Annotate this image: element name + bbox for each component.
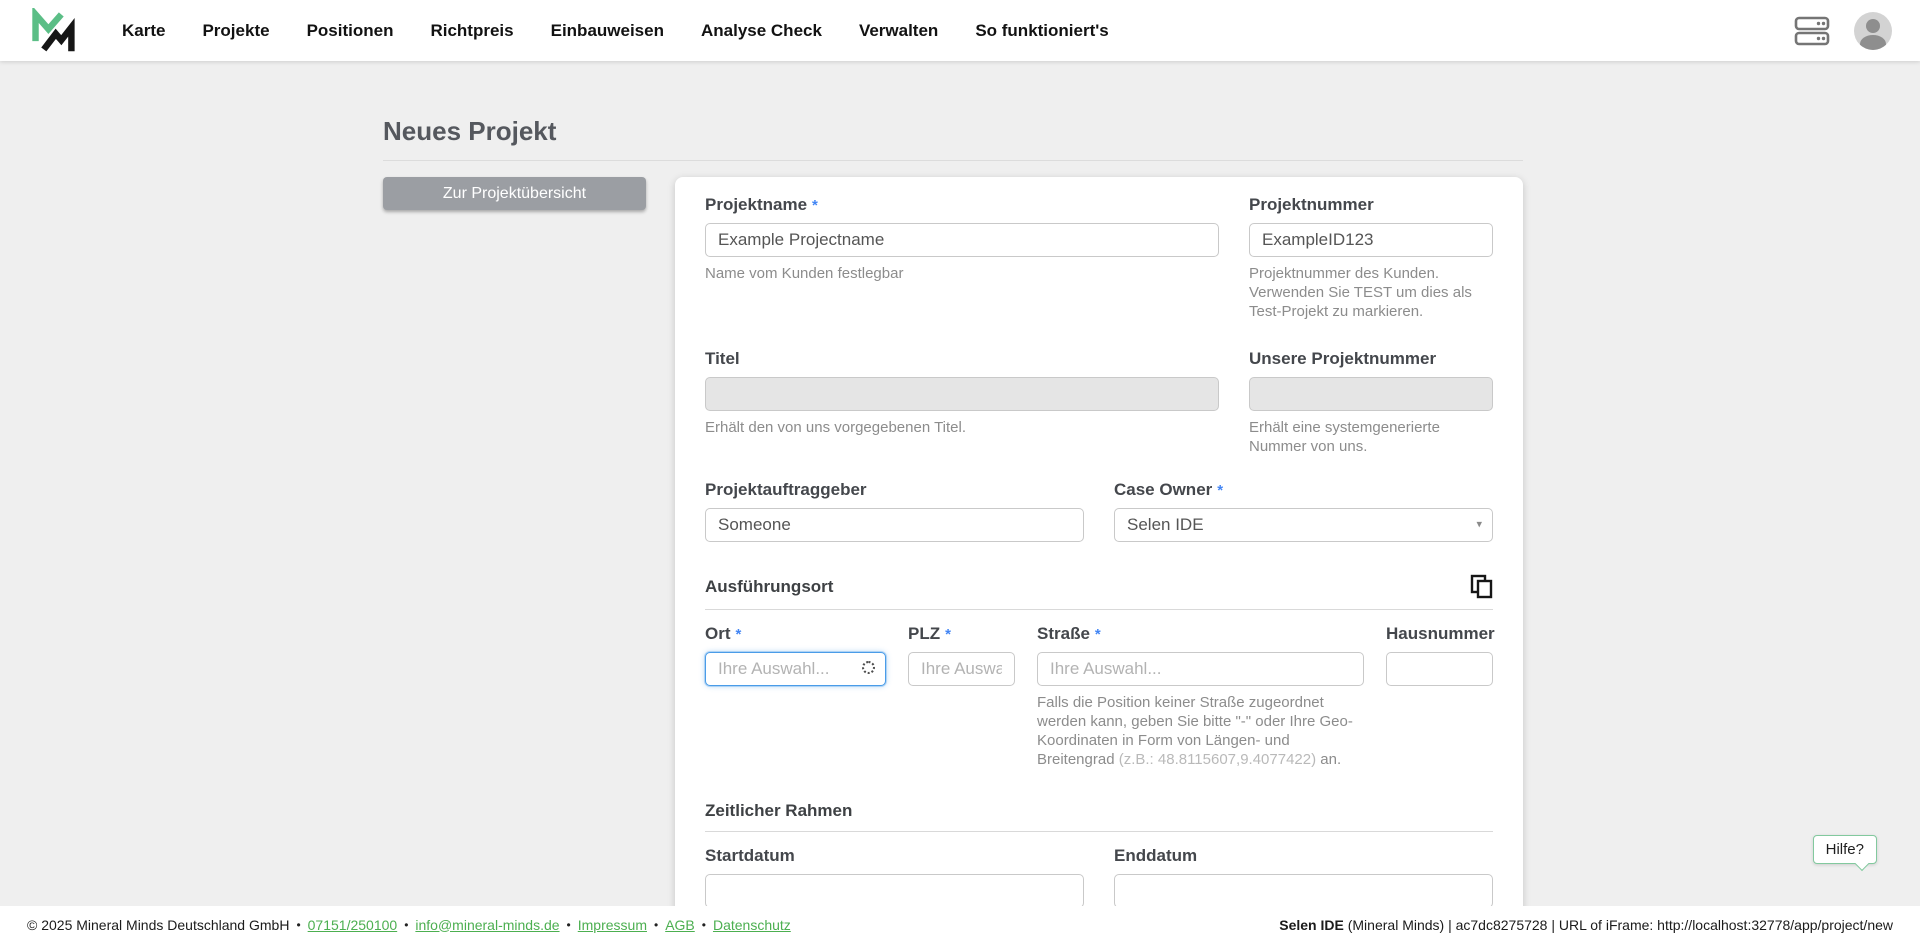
avatar	[1854, 12, 1892, 50]
strasse-helper: Falls die Position keiner Straße zugeord…	[1037, 693, 1364, 769]
footer-link-email[interactable]: info@mineral-minds.de	[415, 917, 559, 933]
help-button[interactable]: Hilfe?	[1813, 835, 1877, 864]
required-asterisk: *	[1217, 482, 1223, 499]
projektauftraggeber-label: Projektauftraggeber	[705, 480, 1084, 500]
field-projektname: Projektname * Name vom Kunden festlegbar	[705, 195, 1219, 321]
case-owner-select[interactable]: Selen IDE	[1114, 508, 1493, 542]
field-case-owner: Case Owner * Selen IDE ▾	[1114, 480, 1493, 542]
projektnummer-label: Projektnummer	[1249, 195, 1493, 215]
mineral-minds-logo-icon[interactable]	[30, 8, 76, 54]
main-navigation: Karte Projekte Positionen Richtpreis Ein…	[122, 21, 1146, 41]
unsere-projektnummer-input	[1249, 377, 1493, 411]
projektname-input[interactable]	[705, 223, 1219, 257]
field-projektnummer: Projektnummer Projektnummer des Kunden. …	[1249, 195, 1493, 321]
projektnummer-input[interactable]	[1249, 223, 1493, 257]
startdatum-label: Startdatum	[705, 846, 1084, 866]
titel-label: Titel	[705, 349, 1219, 369]
help-bubble-tail	[1855, 857, 1869, 871]
footer-link-datenschutz[interactable]: Datenschutz	[713, 917, 791, 933]
field-strasse: Straße * Falls die Position keiner Straß…	[1037, 624, 1364, 769]
top-navbar: Karte Projekte Positionen Richtpreis Ein…	[0, 0, 1920, 61]
help-label: Hilfe?	[1826, 841, 1864, 858]
required-asterisk: *	[736, 626, 742, 643]
nav-item-so-funktionierts[interactable]: So funktioniert's	[975, 21, 1108, 41]
footer: © 2025 Mineral Minds Deutschland GmbH • …	[0, 906, 1920, 943]
server-rack-icon[interactable]	[1794, 16, 1830, 46]
field-enddatum: Enddatum	[1114, 846, 1493, 906]
ort-label: Ort *	[705, 624, 886, 644]
case-owner-label: Case Owner *	[1114, 480, 1493, 500]
enddatum-label: Enddatum	[1114, 846, 1493, 866]
unsere-projektnummer-label: Unsere Projektnummer	[1249, 349, 1493, 369]
user-avatar-icon[interactable]	[1854, 12, 1892, 50]
nav-item-positionen[interactable]: Positionen	[307, 21, 394, 41]
ort-input[interactable]	[705, 652, 886, 686]
hausnummer-label: Hausnummer	[1386, 624, 1493, 644]
page-title: Neues Projekt	[383, 116, 1523, 147]
strasse-label: Straße *	[1037, 624, 1364, 644]
navbar-right-actions	[1794, 12, 1892, 50]
strasse-input[interactable]	[1037, 652, 1364, 686]
projektname-helper: Name vom Kunden festlegbar	[705, 264, 1219, 283]
nav-item-analyse-check[interactable]: Analyse Check	[701, 21, 822, 41]
field-unsere-projektnummer: Unsere Projektnummer Erhält eine systemg…	[1249, 349, 1493, 456]
footer-link-impressum[interactable]: Impressum	[578, 917, 647, 933]
nav-item-richtpreis[interactable]: Richtpreis	[430, 21, 513, 41]
required-asterisk: *	[1095, 626, 1101, 643]
footer-link-phone[interactable]: 07151/250100	[308, 917, 398, 933]
copyright-text: © 2025 Mineral Minds Deutschland GmbH	[27, 917, 289, 933]
field-ort: Ort *	[705, 624, 886, 769]
section-divider	[705, 831, 1493, 832]
required-asterisk: *	[945, 626, 951, 643]
titel-input	[705, 377, 1219, 411]
field-hausnummer: Hausnummer	[1386, 624, 1493, 769]
footer-copyright-links: © 2025 Mineral Minds Deutschland GmbH • …	[27, 917, 791, 933]
unsere-projektnummer-helper: Erhält eine systemgenerierte Nummer von …	[1249, 418, 1493, 456]
plz-input[interactable]	[908, 652, 1015, 686]
projektauftraggeber-input[interactable]	[705, 508, 1084, 542]
titel-helper: Erhält den von uns vorgegebenen Titel.	[705, 418, 1219, 437]
field-titel: Titel Erhält den von uns vorgegebenen Ti…	[705, 349, 1219, 456]
footer-link-agb[interactable]: AGB	[665, 917, 695, 933]
hausnummer-input[interactable]	[1386, 652, 1493, 686]
copy-icon[interactable]	[1470, 574, 1493, 599]
ausfuehrungsort-heading: Ausführungsort	[705, 577, 833, 597]
zur-projektuebersicht-button[interactable]: Zur Projektübersicht	[383, 177, 646, 210]
required-asterisk: *	[812, 197, 818, 214]
nav-item-karte[interactable]: Karte	[122, 21, 165, 41]
session-details: (Mineral Minds) | ac7dc8275728 | URL of …	[1344, 917, 1893, 933]
enddatum-input[interactable]	[1114, 874, 1493, 906]
nav-item-verwalten[interactable]: Verwalten	[859, 21, 938, 41]
zeitlicher-rahmen-heading: Zeitlicher Rahmen	[705, 801, 852, 821]
session-info: Selen IDE (Mineral Minds) | ac7dc8275728…	[1279, 917, 1893, 933]
startdatum-input[interactable]	[705, 874, 1084, 906]
title-divider	[383, 160, 1523, 161]
field-plz: PLZ *	[908, 624, 1015, 769]
nav-item-einbauweisen[interactable]: Einbauweisen	[551, 21, 664, 41]
field-startdatum: Startdatum	[705, 846, 1084, 906]
projektname-label: Projektname *	[705, 195, 1219, 215]
session-user: Selen IDE	[1279, 917, 1344, 933]
projektnummer-helper: Projektnummer des Kunden. Verwenden Sie …	[1249, 264, 1493, 321]
new-project-form-card: Projektname * Name vom Kunden festlegbar…	[675, 177, 1523, 906]
plz-label: PLZ *	[908, 624, 1015, 644]
field-projektauftraggeber: Projektauftraggeber	[705, 480, 1084, 542]
section-divider	[705, 609, 1493, 610]
main-area: Neues Projekt Zur Projektübersicht Proje…	[0, 61, 1920, 906]
nav-item-projekte[interactable]: Projekte	[202, 21, 269, 41]
